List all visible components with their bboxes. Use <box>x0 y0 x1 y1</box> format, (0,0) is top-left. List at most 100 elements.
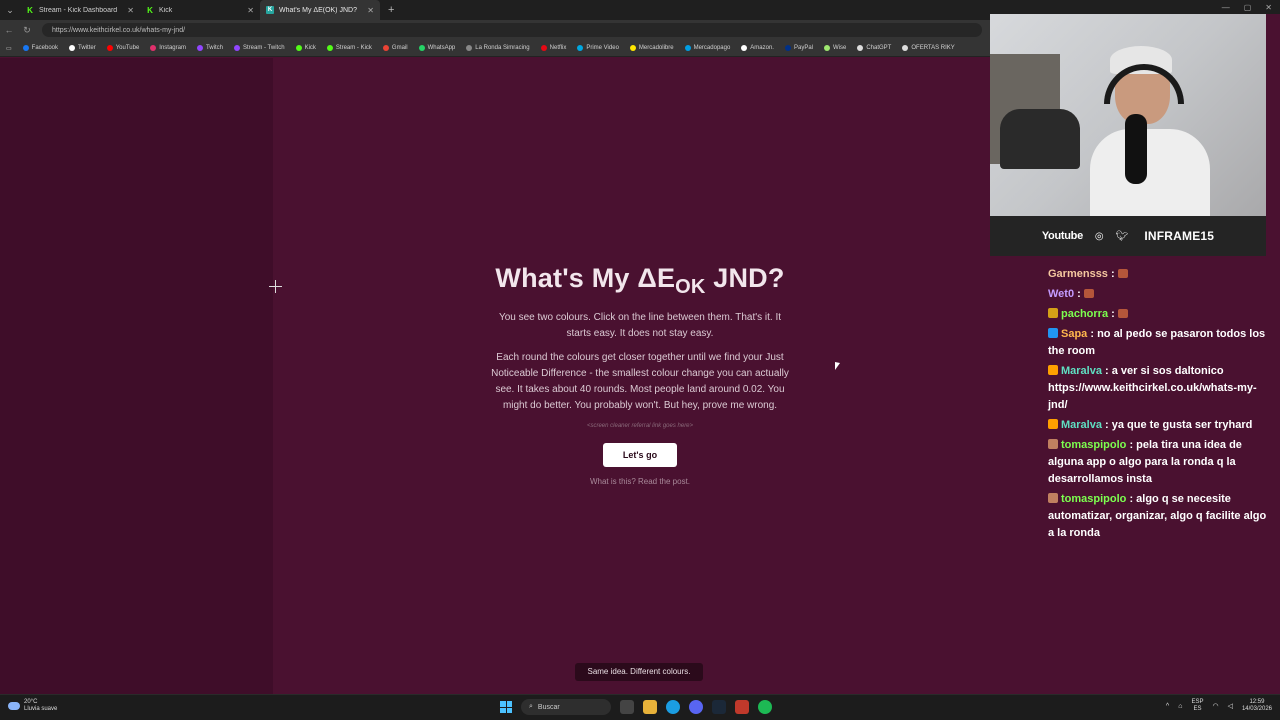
bookmark-favicon-icon <box>629 45 636 51</box>
close-icon[interactable]: ✕ <box>367 6 374 15</box>
maximize-icon[interactable]: ▢ <box>1244 3 1252 12</box>
bookmark-favicon-icon <box>824 45 830 51</box>
tab-kick[interactable]: K Kick ✕ <box>140 0 260 20</box>
bookmark-label: ChatGPT <box>866 45 892 51</box>
jnd-page[interactable]: What's My ΔEOK JND? You see two colours.… <box>0 58 990 694</box>
clock[interactable]: 12:59 14/03/2026 <box>1242 699 1272 713</box>
bookmark-favicon-icon <box>577 45 584 51</box>
tab-title: Kick <box>159 6 173 14</box>
url-input[interactable]: https://www.keithcirkel.co.uk/whats-my-j… <box>42 23 982 37</box>
close-window-icon[interactable]: ✕ <box>1265 3 1272 12</box>
task-view-icon[interactable] <box>620 700 634 714</box>
bookmark-item[interactable]: Stream - Kick <box>326 45 372 51</box>
tab-jnd[interactable]: K What's My ΔE(OK) JND? ✕ <box>260 0 380 20</box>
bookmark-item[interactable]: YouTube <box>106 45 139 51</box>
weather-temp: 20°C <box>24 699 38 705</box>
chat-username[interactable]: Sapa <box>1061 328 1087 340</box>
bookmark-label: Mercadopago <box>693 45 731 51</box>
bookmark-label: Twitter <box>78 45 96 51</box>
app-icon[interactable] <box>735 700 749 714</box>
bookmark-item[interactable]: Prime Video <box>577 45 619 51</box>
bookmark-item[interactable]: Wise <box>824 45 846 51</box>
colour-panel-left[interactable] <box>0 58 273 694</box>
referral-placeholder[interactable]: <screen cleaner referral link goes here> <box>480 423 800 429</box>
chat-username[interactable]: pachorra <box>1061 308 1108 320</box>
windows-start-icon[interactable] <box>500 701 512 713</box>
volume-icon[interactable]: ◁ <box>1228 702 1233 710</box>
bookmark-favicon-icon <box>69 45 76 51</box>
close-icon[interactable]: ✕ <box>247 6 254 15</box>
chevron-up-icon[interactable]: ^ <box>1166 703 1169 710</box>
chat-username[interactable]: Garmensss <box>1048 268 1108 280</box>
bookmark-favicon-icon <box>233 45 240 51</box>
tab-kick-dashboard[interactable]: K Stream - Kick Dashboard ✕ <box>20 0 140 20</box>
bookmark-favicon-icon <box>22 45 29 51</box>
chat-message: Garmensss : <box>1048 266 1268 283</box>
system-tray: ^ ⌂ ESP ES ◠ ◁ 12:59 14/03/2026 <box>1166 699 1272 713</box>
bookmark-item[interactable]: Kick <box>295 45 316 51</box>
bookmark-item[interactable]: La Ronda Simracing <box>466 45 530 51</box>
bookmark-item[interactable]: Facebook <box>22 45 58 51</box>
cloud-icon <box>8 702 20 710</box>
bookmark-item[interactable]: Twitter <box>69 45 96 51</box>
chat-username[interactable]: tomaspipolo <box>1061 493 1126 505</box>
bookmark-item[interactable]: Mercadolibre <box>629 45 674 51</box>
language-indicator[interactable]: ESP ES <box>1191 699 1203 713</box>
weather-widget[interactable]: 20°C Lluvia suave <box>8 699 57 713</box>
chat-text: : <box>1074 288 1084 300</box>
chat-message: tomaspipolo : algo q se necesite automat… <box>1048 491 1268 542</box>
back-icon[interactable]: ← <box>0 25 18 35</box>
discord-icon[interactable] <box>689 700 703 714</box>
close-icon[interactable]: ✕ <box>127 6 134 15</box>
taskbar-search[interactable]: ⌕ Buscar <box>521 699 611 715</box>
bookmark-item[interactable]: Stream - Twitch <box>233 45 285 51</box>
read-post-link[interactable]: What is this? Read the post. <box>480 477 800 486</box>
kc-icon: K <box>266 6 274 14</box>
stream-overlay: Youtube ◎ 🐦︎ INFRAME15 Garmensss : Wet0 … <box>990 14 1280 694</box>
spotify-icon[interactable] <box>758 700 772 714</box>
bookmark-item[interactable]: Mercadopago <box>684 45 731 51</box>
tab-menu-icon[interactable]: ⌄ <box>0 0 20 20</box>
chat-message: Maralva : a ver si sos daltonico https:/… <box>1048 363 1268 414</box>
chat-username[interactable]: tomaspipolo <box>1061 439 1126 451</box>
chat-username[interactable]: Maralva <box>1061 365 1102 377</box>
bookmark-label: La Ronda Simracing <box>475 45 530 51</box>
bookmark-item[interactable]: Amazon. <box>741 45 774 51</box>
weather-desc: Lluvia suave <box>24 706 58 712</box>
bookmark-label: Gmail <box>391 45 408 51</box>
search-icon: ⌕ <box>529 703 533 710</box>
edge-icon[interactable] <box>666 700 680 714</box>
bookmark-label: Amazon. <box>750 45 774 51</box>
chat-username[interactable]: Wet0 <box>1048 288 1074 300</box>
bookmark-label: Mercadolibre <box>638 45 674 51</box>
bookmark-label: PayPal <box>793 45 813 51</box>
bookmark-item[interactable]: ChatGPT <box>857 45 891 51</box>
chat-badge-icon <box>1048 439 1058 449</box>
webcam-drums <box>1000 109 1080 169</box>
bookmarks-icon[interactable]: ▭ <box>6 45 12 52</box>
new-tab-button[interactable]: + <box>380 4 402 16</box>
bookmark-item[interactable]: Twitch <box>196 45 223 51</box>
reload-icon[interactable]: ↻ <box>18 25 36 36</box>
channel-handle: INFRAME15 <box>1144 229 1215 243</box>
tab-title: Stream - Kick Dashboard <box>39 6 118 14</box>
kick-icon: K <box>27 5 33 15</box>
bookmark-item[interactable]: OFERTAS RIKY <box>902 45 955 51</box>
screen: ⌄ K Stream - Kick Dashboard ✕ K Kick ✕ K… <box>0 0 1280 720</box>
bookmark-item[interactable]: Gmail <box>382 45 408 51</box>
bookmark-item[interactable]: WhatsApp <box>418 45 455 51</box>
minimize-icon[interactable]: — <box>1222 3 1230 12</box>
chat-feed: Garmensss : Wet0 : pachorra : Sapa : no … <box>1048 266 1268 545</box>
chat-message: Maralva : ya que te gusta ser tryhard <box>1048 417 1268 434</box>
network-icon[interactable]: ⌂ <box>1178 703 1182 710</box>
lets-go-button[interactable]: Let's go <box>603 443 677 467</box>
bookmark-item[interactable]: PayPal <box>784 45 813 51</box>
bookmark-item[interactable]: Netflix <box>540 45 566 51</box>
chat-badge-icon <box>1048 493 1058 503</box>
bookmark-item[interactable]: Instagram <box>150 45 186 51</box>
file-explorer-icon[interactable] <box>643 700 657 714</box>
wifi-icon[interactable]: ◠ <box>1212 702 1218 710</box>
chat-username[interactable]: Maralva <box>1061 419 1102 431</box>
steam-icon[interactable] <box>712 700 726 714</box>
chat-badge-icon <box>1048 308 1058 318</box>
